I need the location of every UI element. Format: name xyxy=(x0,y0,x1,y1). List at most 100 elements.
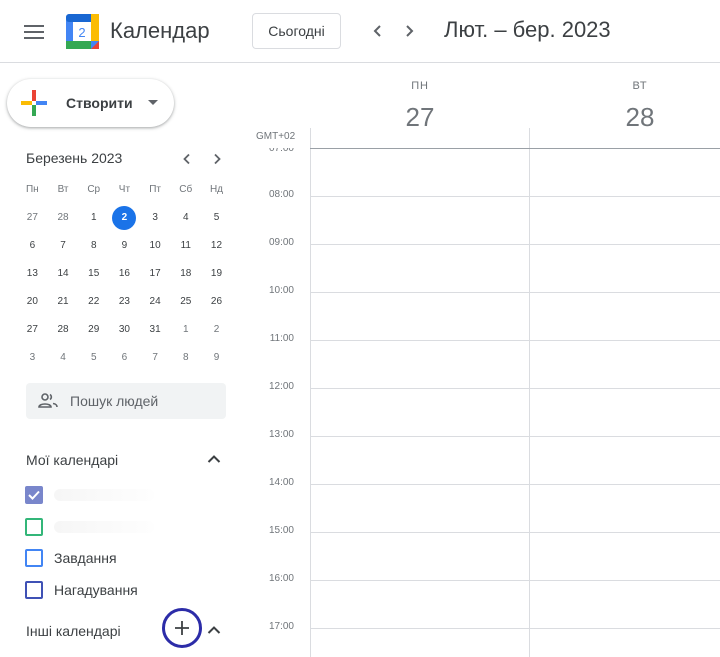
mini-calendar-day[interactable]: 30 xyxy=(109,318,140,342)
mini-calendar-day[interactable]: 27 xyxy=(17,206,48,230)
chevron-right-icon xyxy=(406,25,414,37)
day-name: ПН xyxy=(411,80,429,92)
mini-calendar-day[interactable]: 7 xyxy=(140,346,171,370)
mini-calendar-day[interactable]: 6 xyxy=(109,346,140,370)
mini-calendar-day[interactable]: 22 xyxy=(78,290,109,314)
mini-calendar-day[interactable]: 16 xyxy=(109,262,140,286)
mini-calendar-day[interactable]: 18 xyxy=(170,262,201,286)
weekday-label: Сб xyxy=(179,184,193,195)
mini-calendar-day[interactable]: 31 xyxy=(140,318,171,342)
chevron-up-icon xyxy=(207,455,221,463)
grid-top-border xyxy=(310,148,720,149)
hour-label: 15:00 xyxy=(268,525,294,536)
mini-calendar-week: 6 7 8 9 10 11 12 xyxy=(17,232,232,260)
mini-calendar-day[interactable]: 4 xyxy=(48,346,79,370)
hour-label: 09:00 xyxy=(268,237,294,248)
mini-calendar-day[interactable]: 1 xyxy=(170,318,201,342)
previous-period-button[interactable] xyxy=(365,18,391,44)
menu-icon xyxy=(24,25,44,27)
today-button[interactable]: Сьогодні xyxy=(252,13,341,49)
mini-calendar-day[interactable]: 14 xyxy=(48,262,79,286)
caret-down-icon xyxy=(148,100,158,105)
next-period-button[interactable] xyxy=(396,18,422,44)
mini-calendar-day[interactable]: 12 xyxy=(201,234,232,258)
calendar-logo-icon: 2 xyxy=(66,14,99,49)
mini-calendar-day[interactable]: 15 xyxy=(78,262,109,286)
chevron-right-icon xyxy=(214,153,221,165)
mini-calendar-day[interactable]: 4 xyxy=(170,206,201,230)
mini-calendar-day[interactable]: 2 xyxy=(201,318,232,342)
add-other-calendar-button[interactable] xyxy=(162,608,202,648)
calendar-checkbox[interactable] xyxy=(25,486,43,504)
weekday-label: Пн xyxy=(25,184,39,195)
mini-calendar-day[interactable]: 25 xyxy=(170,290,201,314)
mini-calendar-prev-button[interactable] xyxy=(177,149,197,169)
mini-calendar-week: 13 14 15 16 17 18 19 xyxy=(17,260,232,288)
hour-line xyxy=(310,388,720,389)
mini-calendar-day[interactable]: 3 xyxy=(17,346,48,370)
mini-calendar-next-button[interactable] xyxy=(207,149,227,169)
today-marker: 2 xyxy=(112,206,137,230)
calendar-checkbox[interactable] xyxy=(25,549,43,567)
mini-calendar-week: 27 28 1 2 3 4 5 xyxy=(17,204,232,232)
main-menu-button[interactable] xyxy=(18,16,50,48)
calendar-checkbox[interactable] xyxy=(25,518,43,536)
weekday-label: Ср xyxy=(87,184,101,195)
other-calendars-title[interactable]: Інші календарі xyxy=(26,623,121,639)
mini-calendar-day[interactable]: 13 xyxy=(17,262,48,286)
mini-calendar-day[interactable]: 23 xyxy=(109,290,140,314)
mini-calendar-day[interactable]: 26 xyxy=(201,290,232,314)
chevron-up-icon xyxy=(207,626,221,634)
plus-icon xyxy=(175,621,189,635)
calendar-item-reminders[interactable]: Нагадування xyxy=(24,578,214,602)
mini-calendar-week: 3456789 xyxy=(17,344,232,372)
calendar-label: Нагадування xyxy=(54,582,138,598)
calendar-checkbox[interactable] xyxy=(25,581,43,599)
mini-calendar-day[interactable]: 2 xyxy=(109,206,140,230)
mini-calendar-weekdays: Пн Вт Ср Чт Пт Сб Нд xyxy=(17,176,232,204)
my-calendars-toggle[interactable] xyxy=(204,449,224,469)
calendar-logo[interactable]: 2 xyxy=(66,14,99,49)
mini-calendar-day[interactable]: 7 xyxy=(48,234,79,258)
mini-calendar-day[interactable]: 19 xyxy=(201,262,232,286)
other-calendars-toggle[interactable] xyxy=(204,620,224,640)
mini-calendar-day[interactable]: 1 xyxy=(78,206,109,230)
mini-calendar-day[interactable]: 21 xyxy=(48,290,79,314)
mini-calendar-day[interactable]: 3 xyxy=(140,206,171,230)
mini-calendar-day[interactable]: 29 xyxy=(78,318,109,342)
weekday-label: Пт xyxy=(149,184,161,195)
mini-calendar-day[interactable]: 8 xyxy=(78,234,109,258)
mini-calendar-day[interactable]: 8 xyxy=(170,346,201,370)
mini-calendar-day[interactable]: 27 xyxy=(17,318,48,342)
mini-calendar-day[interactable]: 24 xyxy=(140,290,171,314)
hour-label: 08:00 xyxy=(268,189,294,200)
chevron-left-icon xyxy=(373,25,381,37)
calendar-item-tasks[interactable]: Завдання xyxy=(24,546,214,570)
calendar-label-redacted xyxy=(54,489,154,501)
mini-calendar-day[interactable]: 9 xyxy=(201,346,232,370)
hour-label: 07:00 xyxy=(268,143,294,154)
mini-calendar-day[interactable]: 5 xyxy=(201,206,232,230)
mini-calendar-day[interactable]: 10 xyxy=(140,234,171,258)
people-search-input[interactable]: Пошук людей xyxy=(26,383,226,419)
day-column-header: ВТ 28 xyxy=(590,80,690,133)
my-calendars-title[interactable]: Мої календарі xyxy=(26,452,118,468)
mini-calendar-day[interactable]: 17 xyxy=(140,262,171,286)
people-search-placeholder: Пошук людей xyxy=(70,393,159,409)
create-event-button[interactable]: Створити xyxy=(7,79,174,127)
hour-label: 17:00 xyxy=(268,621,294,632)
mini-calendar-day[interactable]: 28 xyxy=(48,318,79,342)
plus-icon xyxy=(21,90,47,116)
mini-calendar-day[interactable]: 28 xyxy=(48,206,79,230)
mini-calendar-day[interactable]: 11 xyxy=(170,234,201,258)
time-grid[interactable]: 07:00 08:00 09:00 10:00 11:00 12:00 13:00 14:00… xyxy=(250,128,720,657)
calendar-item-personal[interactable] xyxy=(24,483,214,507)
mini-calendar-day[interactable]: 9 xyxy=(109,234,140,258)
mini-calendar-day[interactable]: 6 xyxy=(17,234,48,258)
calendar-item-birthdays[interactable] xyxy=(24,515,214,539)
hour-label: 10:00 xyxy=(268,285,294,296)
mini-calendar-day[interactable]: 5 xyxy=(78,346,109,370)
mini-calendar-day[interactable]: 20 xyxy=(17,290,48,314)
hour-label: 11:00 xyxy=(269,333,294,344)
mini-calendar-week: 27 28 29 30 31 1 2 xyxy=(17,316,232,344)
